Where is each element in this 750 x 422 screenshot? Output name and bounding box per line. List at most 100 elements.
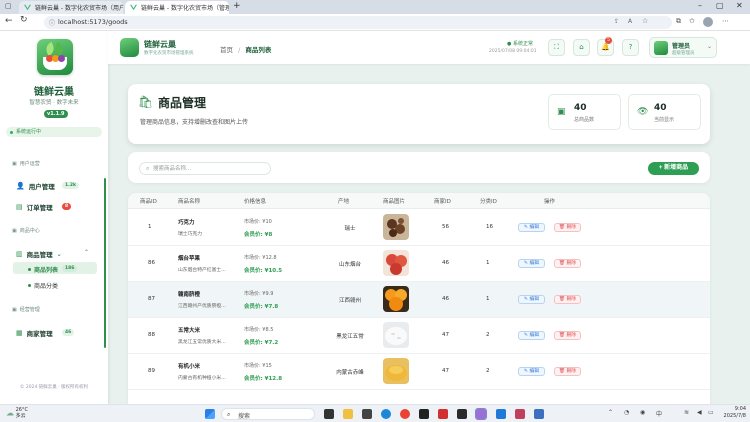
input-method-icon[interactable]: 中 xyxy=(656,409,662,418)
edit-label: 编辑 xyxy=(529,225,540,230)
delete-label: 删除 xyxy=(566,225,577,230)
edit-icon: ✎ xyxy=(523,225,528,230)
cell-market-price: ¥12.8 xyxy=(262,255,277,261)
menu-item-merchants[interactable]: ▦ 商家管理 xyxy=(16,328,53,338)
refresh-icon[interactable]: ↻ xyxy=(20,15,28,25)
app-icon[interactable] xyxy=(534,409,544,419)
taskbar-search[interactable]: ⌕ 搜索 xyxy=(221,408,315,420)
browser-tab-bar: ▢ 链鲜云巢 - 数字化农贸市场（用户 × 链鲜云巢 - 数字化农贸市场（管理 … xyxy=(0,0,750,14)
product-image-rice xyxy=(383,322,409,348)
cell-market-price: ¥9.9 xyxy=(262,291,274,297)
delete-button[interactable]: 🗑 删除 xyxy=(554,295,581,304)
app-icon[interactable] xyxy=(362,409,372,419)
menu-item-product-list[interactable]: 商品列表 xyxy=(28,265,58,274)
cell-product-id: 87 xyxy=(148,296,155,302)
url-field[interactable]: ⓘ localhost:5173/goods ⇪ A ☆ xyxy=(44,16,672,29)
browser-tab-user[interactable]: 链鲜云巢 - 数字化农贸市场（用户 × xyxy=(19,1,123,14)
wps-icon[interactable] xyxy=(438,409,448,419)
edge-icon[interactable] xyxy=(381,409,391,419)
column-header: 商品名称 xyxy=(178,199,201,205)
edit-icon: ✎ xyxy=(523,297,528,302)
stat-total-products: ▣ 40 总商品数 xyxy=(548,94,621,130)
cell-product-desc: 江西赣州产优质脐橙... xyxy=(178,304,226,309)
url-text: localhost:5173/goods xyxy=(58,18,128,26)
chrome-icon[interactable] xyxy=(400,409,410,419)
cell-product-image[interactable] xyxy=(383,250,409,276)
browser-tab-admin[interactable]: 链鲜云巢 - 数字化农贸市场（管理 × xyxy=(125,1,229,14)
edit-button[interactable]: ✎ 编辑 xyxy=(518,223,545,232)
eye-icon: 👁 xyxy=(637,107,649,117)
delete-button[interactable]: 🗑 删除 xyxy=(554,331,581,340)
search-input[interactable] xyxy=(153,164,268,174)
windows-start-icon[interactable] xyxy=(205,409,215,419)
cell-product-image[interactable] xyxy=(383,286,409,312)
file-explorer-icon[interactable] xyxy=(343,409,353,419)
copyright: © 2024 链鲜云巢 · 版权所有权利 xyxy=(19,385,89,390)
tray-icon[interactable]: ◔ xyxy=(624,409,629,416)
help-button[interactable]: ? xyxy=(622,39,639,56)
weather-widget[interactable]: ☁ 26°C 多云 xyxy=(6,407,28,419)
column-header: 产地 xyxy=(338,199,350,205)
maximize-icon[interactable]: ▢ xyxy=(716,1,724,10)
edit-button[interactable]: ✎ 编辑 xyxy=(518,367,545,376)
column-header: 分类ID xyxy=(480,199,497,205)
page-title: 商品管理 xyxy=(158,96,207,110)
site-info-icon[interactable]: ⓘ xyxy=(49,18,55,27)
cell-product-image[interactable] xyxy=(383,214,409,240)
cell-origin: 黑龙江五常 xyxy=(336,334,364,340)
menu-item-product-management[interactable]: ▥ 商品管理 ⌄ xyxy=(16,249,62,259)
profile-avatar[interactable] xyxy=(703,17,713,27)
chevron-up-icon[interactable]: ⌃ xyxy=(84,249,89,256)
chevron-up-icon[interactable]: ⌃ xyxy=(608,409,613,416)
minimize-icon[interactable]: – xyxy=(698,1,702,10)
sidebar-scrollbar[interactable] xyxy=(104,178,106,348)
member-price-label: 会员价: xyxy=(244,232,263,238)
header-status: ● 系统正常 xyxy=(507,40,533,47)
task-view-icon[interactable] xyxy=(324,409,334,419)
translate-icon[interactable]: A xyxy=(628,18,632,25)
add-product-button[interactable]: + 新增商品 xyxy=(648,162,699,175)
home-button[interactable]: ⌂ xyxy=(573,39,590,56)
window-close-icon[interactable]: ✕ xyxy=(736,1,743,10)
edit-button[interactable]: ✎ 编辑 xyxy=(518,331,545,340)
app-icon-active[interactable] xyxy=(475,408,487,420)
battery-icon[interactable]: ▭ xyxy=(708,409,714,416)
group-icon: ▣ xyxy=(12,306,17,313)
menu-item-orders[interactable]: ▤ 订单管理 xyxy=(16,202,53,212)
delete-button[interactable]: 🗑 删除 xyxy=(554,223,581,232)
edit-button[interactable]: ✎ 编辑 xyxy=(518,259,545,268)
wifi-icon[interactable]: ≋ xyxy=(684,409,689,416)
delete-button[interactable]: 🗑 删除 xyxy=(554,259,581,268)
more-icon[interactable]: ⋯ xyxy=(722,17,729,25)
volume-icon[interactable]: ◀ xyxy=(697,409,702,416)
back-icon[interactable]: ← xyxy=(5,16,13,26)
app-icon[interactable] xyxy=(457,409,467,419)
user-menu[interactable]: 管理员 超级管理员 ⌄ xyxy=(649,37,717,58)
extensions-icon[interactable]: ⧉ xyxy=(676,17,681,26)
menu-item-product-category[interactable]: 商品分类 xyxy=(28,281,58,290)
cell-product-name: 五常大米 xyxy=(178,328,201,334)
tab-actions-icon[interactable]: ▢ xyxy=(5,2,12,10)
taskbar-clock[interactable]: 9:04 2025/7/8 xyxy=(718,406,746,420)
cell-product-image[interactable] xyxy=(383,358,409,384)
new-tab-icon[interactable]: + xyxy=(233,1,241,11)
app-icon[interactable] xyxy=(515,409,525,419)
cell-product-image[interactable] xyxy=(383,322,409,348)
edit-button[interactable]: ✎ 编辑 xyxy=(518,295,545,304)
store-icon: ▦ xyxy=(16,329,23,337)
delete-label: 删除 xyxy=(566,333,577,338)
favorites-icon[interactable]: ✩ xyxy=(689,17,695,25)
fullscreen-button[interactable]: ⛶ xyxy=(548,39,565,56)
system-status-text: 系统运行中 xyxy=(16,129,42,135)
breadcrumb-home[interactable]: 首页 xyxy=(220,46,233,54)
toolbar-card: ⌕ + 新增商品 xyxy=(128,152,710,183)
vscode-icon[interactable] xyxy=(496,409,506,419)
delete-button[interactable]: 🗑 删除 xyxy=(554,367,581,376)
cell-market-price: ¥10 xyxy=(262,219,272,225)
bookmark-star-icon[interactable]: ☆ xyxy=(642,17,648,25)
app-icon[interactable] xyxy=(419,409,429,419)
menu-item-users[interactable]: 👤 用户管理 xyxy=(16,181,55,191)
microphone-icon[interactable]: ◉ xyxy=(640,409,645,416)
share-icon[interactable]: ⇪ xyxy=(614,18,619,25)
search-icon: ⌕ xyxy=(227,411,231,418)
